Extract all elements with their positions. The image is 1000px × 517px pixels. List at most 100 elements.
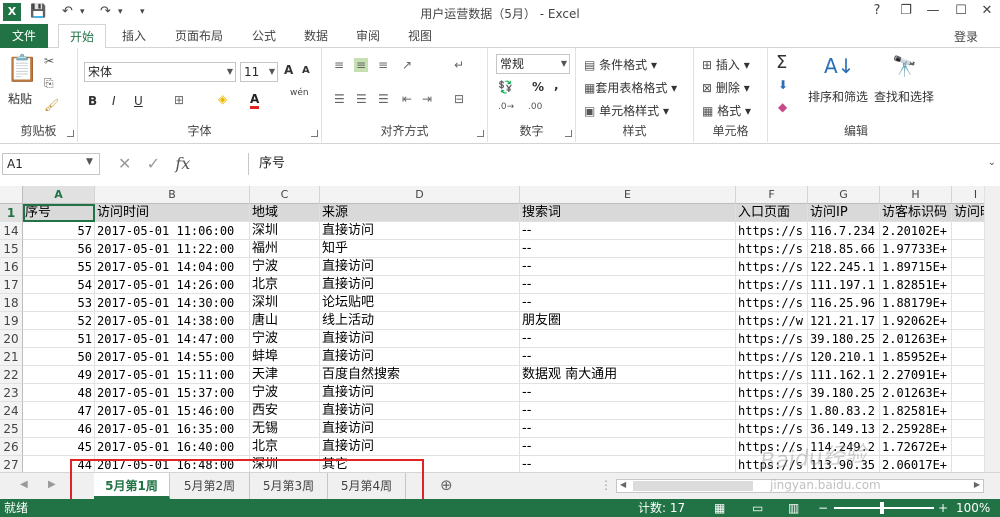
tab-home[interactable]: 开始 — [58, 24, 106, 49]
tab-split-icon[interactable]: ⋮ — [600, 478, 612, 492]
table-cell[interactable]: 2.06017E+ — [880, 456, 952, 472]
table-cell[interactable]: 直接访问 — [320, 420, 520, 438]
sort-filter-icon[interactable]: A↓ — [824, 54, 854, 78]
table-cell[interactable]: 49 — [23, 366, 95, 384]
table-cell[interactable]: 1.85952E+ — [880, 348, 952, 366]
table-cell[interactable]: 2017-05-01 14:55:00 — [95, 348, 250, 366]
table-cell[interactable]: 数据观 南大通用 — [520, 366, 736, 384]
autosum-button[interactable]: Σ — [776, 52, 787, 73]
insert-cells-button[interactable]: ⊞ 插入 ▾ — [702, 56, 750, 73]
column-header-c[interactable]: C — [250, 186, 320, 204]
table-cell[interactable]: -- — [520, 384, 736, 402]
table-cell[interactable]: https://s — [736, 420, 808, 438]
insert-function-button[interactable]: fx — [175, 154, 190, 173]
normal-view-icon[interactable]: ▦ — [714, 499, 725, 517]
align-middle-icon[interactable]: ≡ — [354, 58, 369, 72]
table-cell[interactable]: 54 — [23, 276, 95, 294]
decrease-decimal-icon[interactable]: .00 — [528, 102, 542, 112]
fill-color-icon[interactable]: ◈ — [218, 92, 227, 106]
table-cell[interactable]: 直接访问 — [320, 330, 520, 348]
table-cell[interactable]: 直接访问 — [320, 438, 520, 456]
maximize-button[interactable]: ☐ — [950, 2, 972, 20]
table-cell[interactable]: 46 — [23, 420, 95, 438]
sort-filter-button[interactable]: 排序和筛选 — [808, 88, 868, 105]
header-cell[interactable]: 访问IP — [808, 204, 880, 222]
font-size-combo[interactable]: 11 ▼ — [240, 62, 278, 82]
column-header-h[interactable]: H — [880, 186, 952, 204]
tab-review[interactable]: 审阅 — [348, 24, 388, 48]
grow-font-button[interactable]: A — [284, 63, 293, 77]
column-header-d[interactable]: D — [320, 186, 520, 204]
zoom-slider[interactable] — [834, 507, 934, 509]
header-cell[interactable]: 搜索词 — [520, 204, 736, 222]
table-cell[interactable]: 48 — [23, 384, 95, 402]
table-cell[interactable]: 2017-05-01 14:04:00 — [95, 258, 250, 276]
merge-center-icon[interactable]: ⊟ — [454, 92, 464, 106]
table-cell[interactable]: 蚌埠 — [250, 348, 320, 366]
align-right-icon[interactable]: ☰ — [378, 92, 389, 106]
vertical-scrollbar[interactable] — [984, 186, 1000, 472]
table-cell[interactable]: 深圳 — [250, 294, 320, 312]
increase-decimal-icon[interactable]: .0→ — [498, 102, 514, 112]
enter-formula-icon[interactable]: ✓ — [147, 154, 160, 173]
table-cell[interactable]: 宁波 — [250, 330, 320, 348]
help-button[interactable]: ? — [866, 2, 888, 20]
align-bottom-icon[interactable]: ≡ — [378, 58, 388, 72]
table-cell[interactable]: 53 — [23, 294, 95, 312]
table-cell[interactable]: https://w — [736, 312, 808, 330]
login-link[interactable]: 登录 — [954, 28, 978, 45]
table-cell[interactable]: 116.7.234 — [808, 222, 880, 240]
table-cell[interactable]: 百度自然搜索 — [320, 366, 520, 384]
table-cell[interactable]: 1.82851E+ — [880, 276, 952, 294]
table-cell[interactable]: 36.149.13 — [808, 420, 880, 438]
scroll-left-arrow-icon[interactable]: ◀ — [620, 480, 626, 489]
table-cell[interactable]: https://s — [736, 402, 808, 420]
table-cell[interactable]: 2017-05-01 16:40:00 — [95, 438, 250, 456]
table-cell[interactable]: 宁波 — [250, 384, 320, 402]
tab-formulas[interactable]: 公式 — [244, 24, 284, 48]
table-cell[interactable]: -- — [520, 258, 736, 276]
table-cell[interactable]: 1.97733E+ — [880, 240, 952, 258]
table-cell[interactable]: 2.20102E+ — [880, 222, 952, 240]
shrink-font-button[interactable]: A — [302, 65, 310, 76]
scrollbar-thumb[interactable] — [633, 481, 753, 491]
format-painter-icon[interactable]: 🖌 — [44, 98, 59, 112]
table-cell[interactable]: -- — [520, 348, 736, 366]
row-header[interactable]: 18 — [0, 294, 23, 312]
table-cell[interactable]: 无锡 — [250, 420, 320, 438]
table-cell[interactable]: 1.80.83.2 — [808, 402, 880, 420]
table-cell[interactable]: 唐山 — [250, 312, 320, 330]
table-cell[interactable]: 2017-05-01 11:22:00 — [95, 240, 250, 258]
table-cell[interactable]: 2017-05-01 15:37:00 — [95, 384, 250, 402]
tab-data[interactable]: 数据 — [296, 24, 336, 48]
table-cell[interactable]: 宁波 — [250, 258, 320, 276]
table-cell[interactable]: https://s — [736, 330, 808, 348]
table-cell[interactable]: https://s — [736, 276, 808, 294]
table-cell[interactable]: https://s — [736, 348, 808, 366]
page-layout-view-icon[interactable]: ▭ — [752, 499, 763, 517]
number-launcher-icon[interactable] — [565, 130, 572, 137]
table-cell[interactable]: 55 — [23, 258, 95, 276]
clear-icon[interactable]: ◆ — [778, 100, 787, 114]
table-cell[interactable]: 直接访问 — [320, 402, 520, 420]
row-header[interactable]: 27 — [0, 456, 23, 472]
row-header[interactable]: 20 — [0, 330, 23, 348]
table-cell[interactable]: 2017-05-01 15:46:00 — [95, 402, 250, 420]
table-cell[interactable]: 2.27091E+ — [880, 366, 952, 384]
table-cell[interactable]: 1.88179E+ — [880, 294, 952, 312]
table-cell[interactable]: 直接访问 — [320, 348, 520, 366]
select-all-corner[interactable] — [0, 186, 23, 204]
underline-button[interactable]: U — [134, 94, 143, 108]
table-cell[interactable]: 56 — [23, 240, 95, 258]
scroll-right-arrow-icon[interactable]: ▶ — [974, 480, 980, 489]
table-cell[interactable]: 直接访问 — [320, 258, 520, 276]
increase-indent-icon[interactable]: ⇥ — [422, 92, 432, 106]
bold-button[interactable]: B — [88, 94, 97, 108]
align-left-icon[interactable]: ☰ — [334, 92, 345, 106]
scroll-left-icon[interactable]: ◀ — [20, 479, 28, 490]
table-cell[interactable]: 218.85.66 — [808, 240, 880, 258]
table-cell[interactable]: 39.180.25 — [808, 384, 880, 402]
column-header-f[interactable]: F — [736, 186, 808, 204]
border-icon[interactable]: ⊞ — [174, 93, 184, 107]
orientation-icon[interactable]: ↗ — [402, 58, 412, 72]
